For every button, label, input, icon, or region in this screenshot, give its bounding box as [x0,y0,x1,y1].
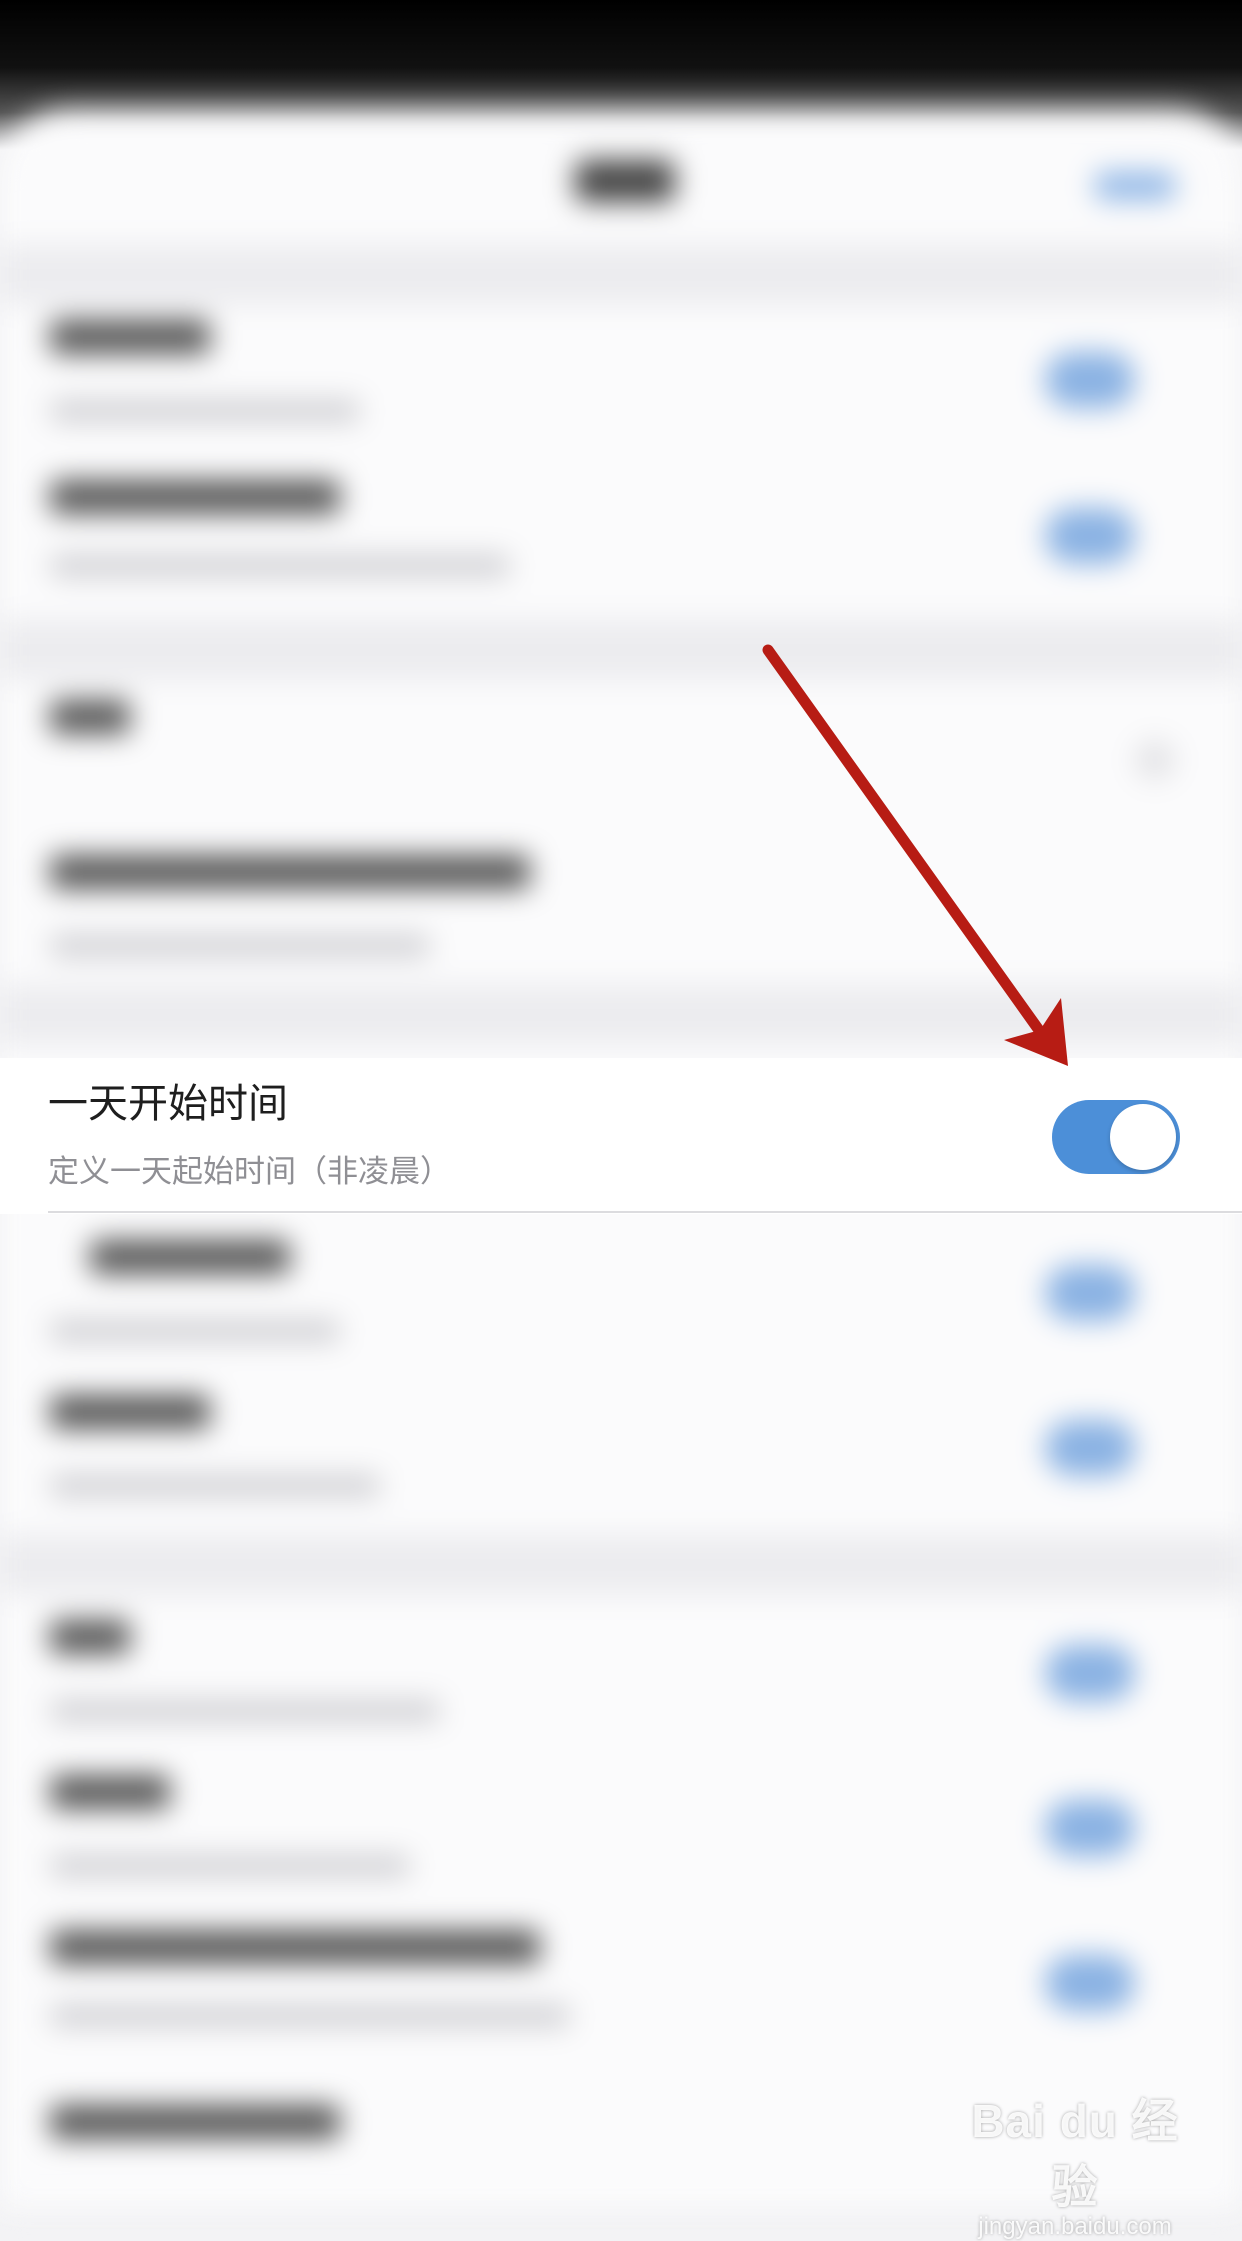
blurred-row-title [90,1240,290,1274]
blurred-toggle [1045,508,1135,564]
blurred-row-title [50,2105,340,2139]
blurred-row-subtitle [50,1475,380,1497]
blurred-row-subtitle [50,935,430,957]
blurred-chevron [1135,740,1175,780]
blurred-row-subtitle [50,1700,440,1722]
blurred-section-divider [0,620,1242,680]
blurred-row-title [50,480,340,514]
blurred-toggle [1045,1265,1135,1321]
setting-subtitle: 定义一天起始时间（非凌晨） [48,1154,451,1190]
blurred-row-title [50,855,530,889]
setting-row-day-start-time[interactable]: 一天开始时间 定义一天起始时间（非凌晨） [0,1058,1242,1214]
blurred-row-title [50,1930,540,1964]
day-start-toggle[interactable] [1052,1100,1180,1174]
blurred-row-subtitle [50,1320,340,1342]
blurred-toggle [1045,1420,1135,1476]
blurred-section-divider [0,985,1242,1045]
watermark-url: jingyan.baidu.com [978,2213,1172,2240]
blurred-row-title [50,320,210,354]
blurred-row-subtitle [50,400,360,422]
blurred-row-title [50,1620,130,1654]
blurred-row-title [50,1775,170,1809]
blurred-row-title [50,700,130,734]
baidu-watermark: Bai du 经验 jingyan.baidu.com [950,2085,1200,2241]
setting-title: 一天开始时间 [48,1081,288,1127]
blurred-row-subtitle [50,2005,570,2027]
blurred-section-divider [0,1535,1242,1595]
blurred-row-title [50,1395,210,1429]
blurred-nav-action [1095,172,1175,200]
toggle-knob[interactable] [1110,1104,1176,1170]
blurred-toggle [1045,1955,1135,2011]
blurred-toggle [1045,1645,1135,1701]
blurred-nav-title [575,160,675,202]
blurred-toggle [1045,1800,1135,1856]
blurred-row-subtitle [50,555,510,577]
blurred-toggle [1045,352,1135,408]
watermark-brand: Bai du 经验 [971,2095,1179,2213]
blurred-section-divider [0,245,1242,305]
blurred-row-subtitle [50,1855,410,1877]
row-divider [48,1211,1242,1213]
